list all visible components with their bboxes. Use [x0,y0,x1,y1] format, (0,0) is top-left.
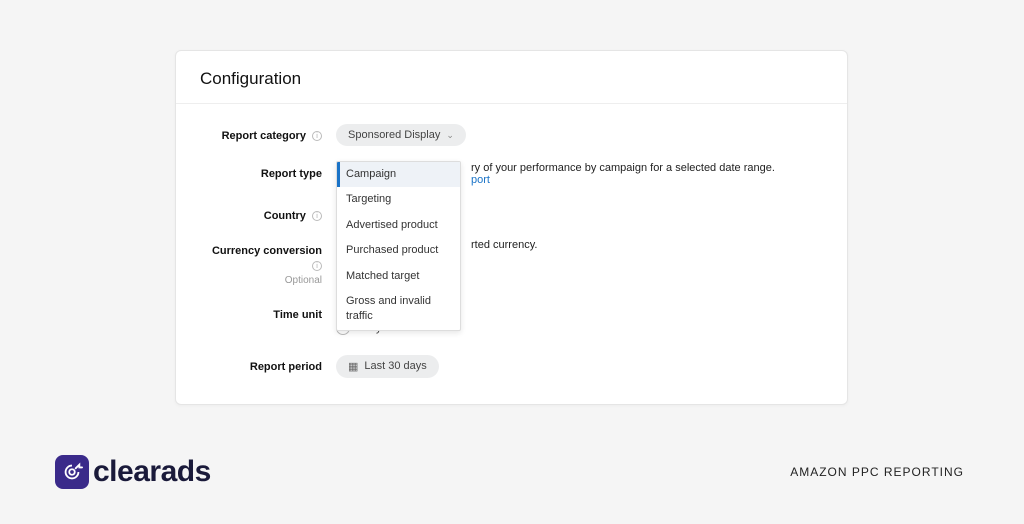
configuration-panel: Configuration Report category i Sponsore… [175,50,848,405]
label-time-unit: Time unit [206,303,336,322]
brand-logo: clearads [55,455,211,489]
report-type-dropdown-menu[interactable]: Campaign Targeting Advertised product Pu… [336,161,461,331]
label-currency: Currency conversion i Optional [206,239,336,287]
footer-caption: AMAZON PPC REPORTING [790,465,964,479]
row-report-period: Report period ▦ Last 30 days [206,355,817,378]
info-icon[interactable]: i [312,261,322,271]
calendar-icon: ▦ [348,360,358,373]
row-report-category: Report category i Sponsored Display ⌄ [206,124,817,146]
label-country: Country i [206,204,336,223]
report-type-option-purchased-product[interactable]: Purchased product [337,238,460,263]
label-report-period: Report period [206,355,336,374]
logo-badge-icon [55,455,89,489]
report-type-option-gross-invalid[interactable]: Gross and invalid traffic [337,289,460,330]
label-report-category: Report category i [206,124,336,143]
row-country: Country i [206,204,817,223]
report-period-selector[interactable]: ▦ Last 30 days [336,355,439,378]
panel-body: Report category i Sponsored Display ⌄ Re… [176,104,847,398]
info-icon[interactable]: i [312,131,322,141]
row-time-unit: Time unit Summary Daily [206,303,817,339]
currency-description: rted currency. [471,239,537,251]
report-type-option-matched-target[interactable]: Matched target [337,264,460,289]
info-icon[interactable]: i [312,211,322,221]
row-report-type: Report type Campaign Targeting Advertise… [206,162,817,186]
report-type-description: ry of your performance by campaign for a… [471,162,775,174]
panel-header: Configuration [176,51,847,104]
chevron-down-icon: ⌄ [446,130,454,141]
report-category-dropdown[interactable]: Sponsored Display ⌄ [336,124,466,146]
report-type-option-campaign[interactable]: Campaign [337,162,460,187]
row-currency: Currency conversion i Optional rted curr… [206,239,817,287]
report-type-link[interactable]: port [471,174,490,186]
report-type-option-advertised-product[interactable]: Advertised product [337,213,460,238]
report-type-option-targeting[interactable]: Targeting [337,187,460,212]
label-report-type: Report type [206,162,336,181]
brand-name: clearads [93,455,211,489]
panel-title: Configuration [200,69,823,89]
